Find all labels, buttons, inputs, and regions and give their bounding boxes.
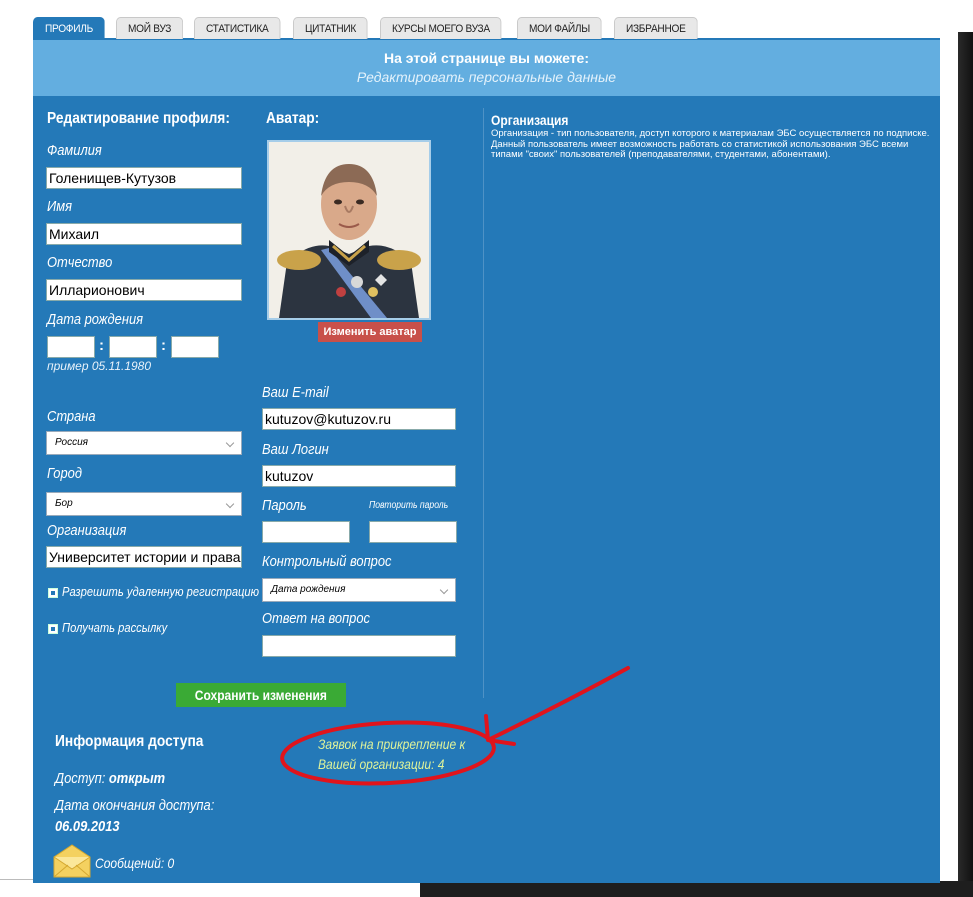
annotation-overlay (280, 666, 630, 786)
annotation-arrow-shaft (486, 666, 630, 742)
annotation-circle (280, 720, 496, 786)
